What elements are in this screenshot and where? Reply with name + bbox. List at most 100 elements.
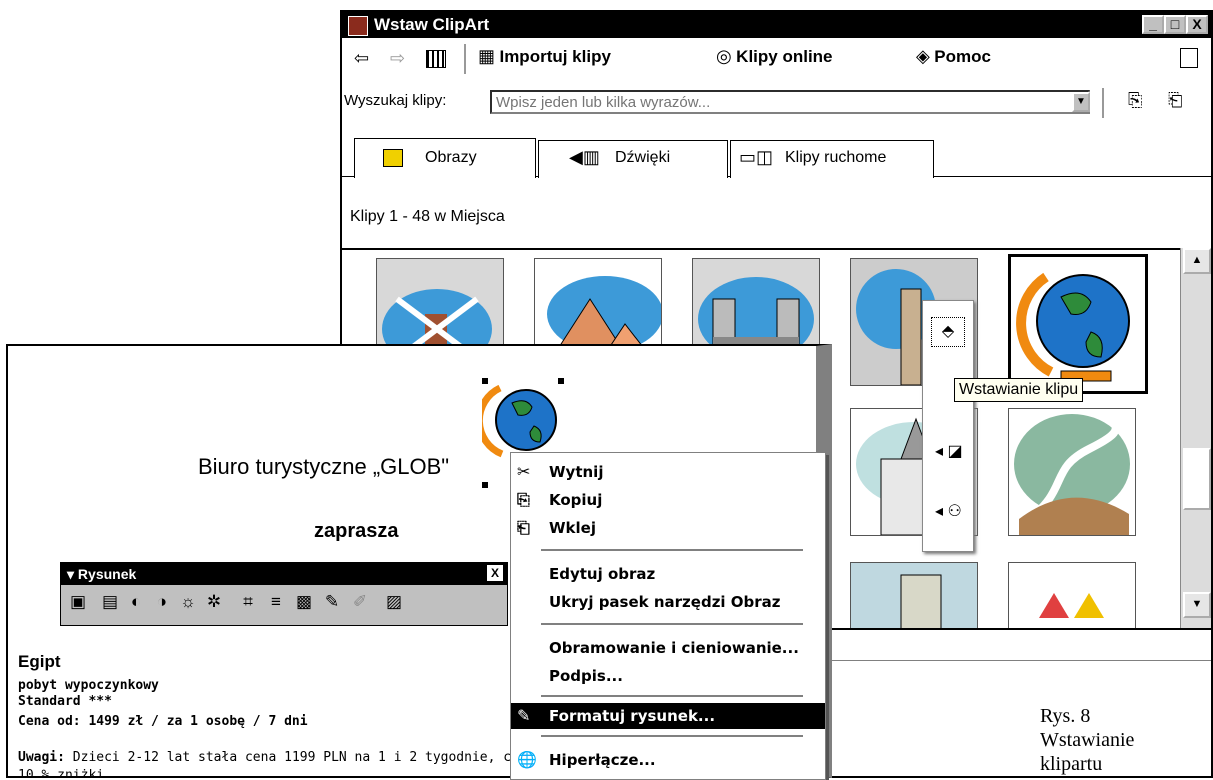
scissors-icon: ✂ xyxy=(517,462,531,481)
clip-thumbnail-carousel[interactable] xyxy=(1008,562,1136,630)
section-heading: Egipt xyxy=(18,652,61,671)
clips-count: Klipy 1 - 48 w Miejsca xyxy=(350,208,505,225)
help-book-icon: ◈ xyxy=(916,46,930,66)
offer-line: Cena od: 1499 zł / za 1 osobę / 7 dni xyxy=(18,714,308,729)
menu-item-edit-picture[interactable]: Edytuj obraz xyxy=(511,561,825,587)
toolbar-divider xyxy=(1102,88,1104,118)
note-label: Uwagi: xyxy=(18,750,65,765)
note-text: Dzieci 2-12 lat stała cena 1199 PLN na 1… xyxy=(72,750,512,765)
menu-item-copy[interactable]: ⎘ Kopiuj xyxy=(511,487,825,513)
preview-clip-button[interactable]: ◂ ◪ xyxy=(935,441,963,461)
scroll-down-button[interactable]: ▼ xyxy=(1183,592,1211,618)
scroll-thumb[interactable] xyxy=(1183,448,1211,510)
main-toolbar: ⇦ ⇨ ▦ Importuj klipy ◎ Klipy online ◈ Po… xyxy=(342,38,1211,82)
close-button[interactable]: X xyxy=(1186,15,1208,34)
scroll-up-button[interactable]: ▲ xyxy=(1183,248,1211,274)
online-clips-label: Klipy online xyxy=(736,47,833,66)
menu-item-cut[interactable]: ✂ Wytnij xyxy=(511,459,825,485)
tab-sounds[interactable]: ◀▥ Dźwięki xyxy=(538,140,728,178)
clip-thumbnail-building[interactable] xyxy=(850,562,978,630)
menu-separator xyxy=(541,735,803,737)
drawing-toolbar-title: ▾ Rysunek xyxy=(67,566,137,582)
line-style-icon[interactable]: ≡ xyxy=(265,591,287,613)
insert-picture-icon[interactable]: ▣ xyxy=(67,591,89,613)
arrow-right-icon[interactable]: ⇨ xyxy=(390,48,405,69)
more-contrast-icon[interactable]: ◐ xyxy=(125,591,147,613)
clip-thumbnail-winding-road[interactable] xyxy=(1008,408,1136,536)
note-line: Uwagi: Dzieci 2-12 lat stała cena 1199 P… xyxy=(18,750,511,765)
tab-images[interactable]: Obrazy xyxy=(354,138,536,178)
figure-caption: Rys. 8 Wstawianie klipartu xyxy=(1040,704,1134,776)
context-menu: ✂ Wytnij ⎘ Kopiuj ⎗ Wklej Edytuj obraz U… xyxy=(510,452,826,780)
vertical-scrollbar[interactable]: ▲ ▼ xyxy=(1180,248,1211,628)
help-button[interactable]: ◈ Pomoc xyxy=(916,46,991,67)
grid-icon[interactable] xyxy=(426,50,446,68)
menu-item-paste[interactable]: ⎗ Wklej xyxy=(511,515,825,541)
minimize-button[interactable]: _ xyxy=(1142,15,1164,34)
menu-item-label: Hiperłącze... xyxy=(549,751,656,769)
search-dropdown-button[interactable]: ▼ xyxy=(1072,92,1090,112)
image-control-icon[interactable]: ▤ xyxy=(99,591,121,613)
less-brightness-icon[interactable]: ✲ xyxy=(203,591,225,613)
less-contrast-icon[interactable]: ◑ xyxy=(151,591,173,613)
offer-line: pobyt wypoczynkowy xyxy=(18,678,159,693)
paste-icon[interactable]: ⎗ xyxy=(1168,90,1182,111)
app-icon xyxy=(348,16,368,36)
import-icon: ▦ xyxy=(478,46,496,66)
carousel-image xyxy=(1039,593,1104,618)
online-clips-button[interactable]: ◎ Klipy online xyxy=(716,46,833,67)
window-title: Wstaw ClipArt xyxy=(374,15,490,34)
set-transparent-color-icon[interactable]: ✐ xyxy=(349,591,371,613)
menu-separator xyxy=(541,623,803,625)
menu-item-label: Kopiuj xyxy=(549,491,603,509)
find-similar-button[interactable]: ◂ ⚇ xyxy=(935,501,962,521)
insert-clip-icon: ⬘ xyxy=(941,323,955,340)
tab-sounds-label: Dźwięki xyxy=(615,149,671,166)
paste-icon: ⎗ xyxy=(517,518,530,537)
note-line-2: 10 % zniżki xyxy=(18,768,105,778)
menu-item-label: Formatuj rysunek... xyxy=(549,707,716,725)
copy-icon: ⎘ xyxy=(517,490,530,509)
tab-motion-clips[interactable]: ▭◫ Klipy ruchome xyxy=(730,140,934,178)
clip-thumbnail-globe[interactable] xyxy=(1008,254,1148,394)
arrow-left-icon[interactable]: ⇦ xyxy=(354,48,369,69)
drawing-toolbar-close-button[interactable]: X xyxy=(487,565,503,581)
search-input[interactable] xyxy=(490,90,1090,114)
globe-image xyxy=(1016,272,1130,382)
toolbar-divider xyxy=(464,44,466,74)
sound-icon: ◀▥ xyxy=(569,147,600,167)
tab-motion-clips-label: Klipy ruchome xyxy=(785,149,887,166)
caption-line: Wstawianie xyxy=(1040,729,1135,751)
format-picture-icon: ✎ xyxy=(517,706,531,725)
insert-clip-tooltip: Wstawianie klipu xyxy=(954,378,1084,402)
maximize-button[interactable]: □ xyxy=(1164,15,1186,34)
menu-separator xyxy=(541,695,803,697)
clip-popup-toolbar: ⬘ ◂ ◪ ◂ ⚇ xyxy=(922,300,974,552)
title-bar[interactable]: Wstaw ClipArt _ □ X xyxy=(342,12,1211,38)
menu-item-label: Edytuj obraz xyxy=(549,565,656,583)
menu-item-label: Podpis... xyxy=(549,667,623,685)
menu-item-hide-picture-toolbar[interactable]: Ukryj pasek narzędzi Obraz xyxy=(511,589,825,615)
copy-icon[interactable]: ⎘ xyxy=(1128,90,1142,111)
import-clips-button[interactable]: ▦ Importuj klipy xyxy=(478,46,611,67)
document-title: Biuro turystyczne „GLOB" xyxy=(198,454,450,479)
crop-icon[interactable]: ⌗ xyxy=(237,591,259,613)
format-picture-icon[interactable]: ✎ xyxy=(321,591,343,613)
insert-clip-button[interactable]: ⬘ xyxy=(931,317,965,347)
more-brightness-icon[interactable]: ☼ xyxy=(177,591,199,613)
menu-item-format-picture[interactable]: ✎ Formatuj rysunek... xyxy=(511,703,825,729)
hyperlink-icon: 🌐 xyxy=(517,750,537,769)
text-wrapping-icon[interactable]: ▩ xyxy=(293,591,315,613)
caption-line: klipartu xyxy=(1040,753,1103,775)
menu-item-hyperlink[interactable]: 🌐 Hiperłącze... xyxy=(511,747,825,773)
caption-line: Rys. 8 xyxy=(1040,705,1091,727)
reset-picture-icon[interactable]: ▨ xyxy=(383,591,405,613)
offer-line: Standard *** xyxy=(18,694,112,709)
tab-images-label: Obrazy xyxy=(425,149,477,166)
building-image xyxy=(900,574,942,629)
pane-icon[interactable] xyxy=(1180,48,1198,68)
menu-item-borders-shading[interactable]: Obramowanie i cieniowanie... xyxy=(511,635,825,661)
menu-item-label: Ukryj pasek narzędzi Obraz xyxy=(549,593,781,611)
menu-item-caption[interactable]: Podpis... xyxy=(511,663,825,689)
drawing-toolbar-header[interactable]: ▾ Rysunek X xyxy=(61,563,507,585)
